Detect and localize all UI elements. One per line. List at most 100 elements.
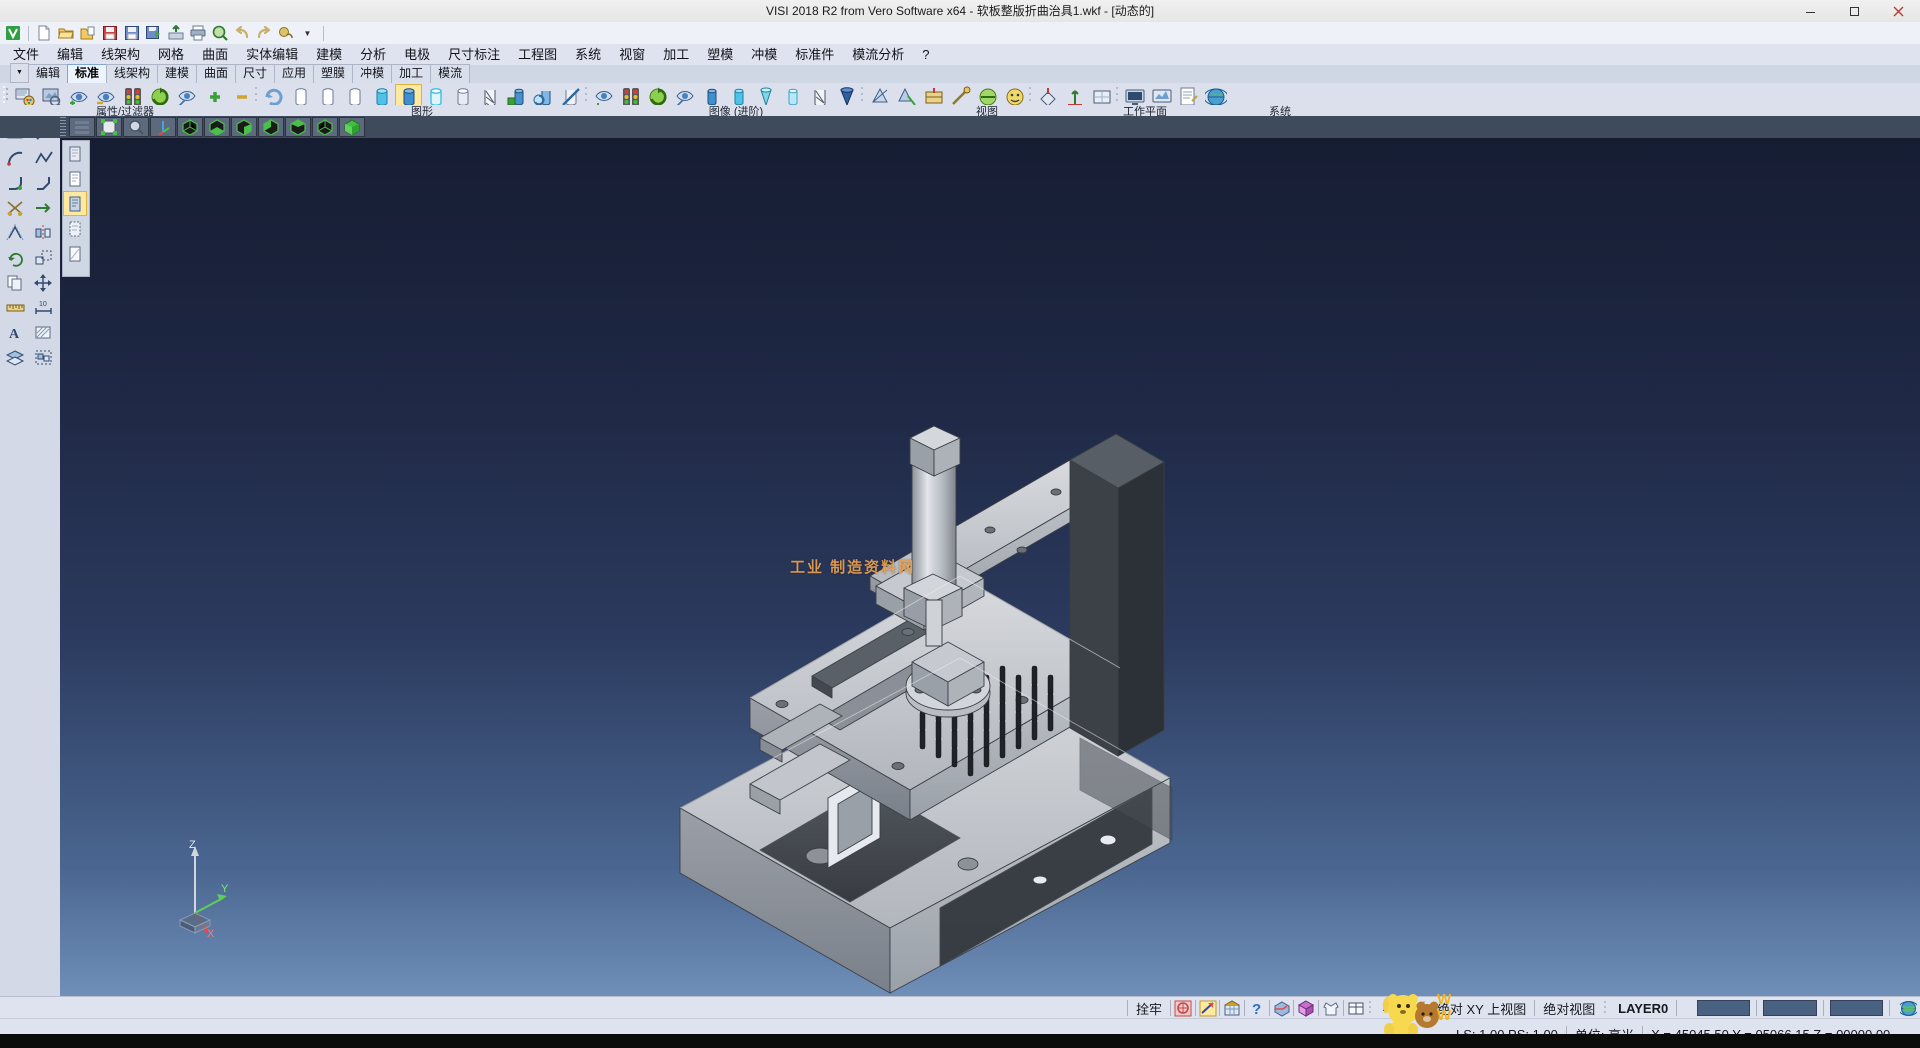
menu-item-analysis[interactable]: 分析 (351, 45, 395, 65)
menu-item-help[interactable]: ? (913, 45, 938, 65)
tab-application[interactable]: 应用 (274, 64, 314, 83)
save-export-icon[interactable] (143, 23, 164, 43)
tab-mould[interactable]: 塑膜 (313, 64, 353, 83)
view-iso-3-icon[interactable] (231, 117, 257, 137)
menu-bar[interactable]: 文件 编辑 线架构 网格 曲面 实体编辑 建模 分析 电极 尺寸标注 工程图 系… (0, 44, 1920, 66)
cad-model[interactable] (60, 138, 1920, 996)
menu-item-drawing[interactable]: 工程图 (509, 45, 566, 65)
menu-item-edit[interactable]: 编辑 (48, 45, 92, 65)
left-tool-grid[interactable]: 10 A (0, 116, 60, 370)
menu-item-wireframe[interactable]: 线架构 (92, 45, 149, 65)
extend-tool-icon[interactable] (30, 195, 58, 220)
ribbon-collapse-arrow[interactable]: ▼ (10, 63, 29, 83)
snap-grid-icon[interactable] (1220, 998, 1244, 1018)
tab-wireframe[interactable]: 线架构 (106, 64, 158, 83)
minimize-button[interactable] (1788, 0, 1832, 22)
view-ref-label[interactable]: 绝对视图 (1535, 999, 1603, 1018)
menu-item-surface[interactable]: 曲面 (193, 45, 237, 65)
snap-circle-icon[interactable] (1171, 998, 1195, 1018)
hatch-tool-icon[interactable] (30, 320, 58, 345)
snap-shirt-icon[interactable] (1319, 998, 1343, 1018)
wireframe-display-icon[interactable] (63, 166, 87, 191)
shaded-display-icon[interactable] (63, 191, 87, 216)
view-toolbar-inner[interactable] (60, 117, 366, 137)
transparent-display-icon[interactable] (63, 241, 87, 266)
copy-tool-icon[interactable] (2, 270, 30, 295)
view-iso-5-icon[interactable] (285, 117, 311, 137)
menu-item-window[interactable]: 视窗 (610, 45, 654, 65)
trim-tool-icon[interactable] (2, 195, 30, 220)
fillet-tool-icon[interactable] (2, 170, 30, 195)
ribbon-tab-bar[interactable]: ▼ 编辑 标准 线架构 建模 曲面 尺寸 应用 塑膜 冲模 加工 模流 (0, 65, 1920, 83)
customize-chevron-icon[interactable]: ▼ (297, 23, 318, 43)
view-toolbar[interactable] (0, 116, 1920, 138)
tab-edit[interactable]: 编辑 (28, 64, 68, 83)
polyline-tool-icon[interactable] (30, 145, 58, 170)
quick-access-toolbar[interactable]: ▼ (0, 22, 1920, 44)
measure-tool-icon[interactable] (2, 295, 30, 320)
status-bar-top[interactable]: 拴牢 ? A 绝对 XY 上视图 绝对视图 LAYER0 (0, 996, 1920, 1019)
move-tool-icon[interactable] (30, 270, 58, 295)
dynamic-rotate-icon[interactable] (150, 117, 176, 137)
menu-item-progress-die[interactable]: 冲模 (742, 45, 786, 65)
tab-flow[interactable]: 模流 (430, 64, 470, 83)
cad-viewport[interactable]: 工业 制造资料网 Z Y X (60, 138, 1920, 996)
globe-icon[interactable] (1896, 998, 1920, 1018)
view-iso-6-icon[interactable] (312, 117, 338, 137)
import-icon[interactable] (165, 23, 186, 43)
close-button[interactable] (1876, 0, 1920, 22)
scale-tool-icon[interactable] (30, 245, 58, 270)
menu-item-dimension[interactable]: 尺寸标注 (439, 45, 509, 65)
view-iso-1-icon[interactable] (177, 117, 203, 137)
menu-item-mesh[interactable]: 网格 (149, 45, 193, 65)
tab-die[interactable]: 冲模 (352, 64, 392, 83)
snap-node-icon[interactable] (1270, 998, 1294, 1018)
menu-item-electrode[interactable]: 电极 (395, 45, 439, 65)
tab-machining[interactable]: 加工 (391, 64, 431, 83)
color-swatch-3[interactable] (1830, 1000, 1883, 1016)
solid-display-icon[interactable] (63, 141, 87, 166)
redo-icon[interactable] (253, 23, 274, 43)
hidden-line-display-icon[interactable] (63, 216, 87, 241)
fit-screen-icon[interactable] (96, 117, 122, 137)
chamfer-tool-icon[interactable] (30, 170, 58, 195)
list-view-icon[interactable] (69, 117, 95, 137)
view-iso-4-icon[interactable] (258, 117, 284, 137)
maximize-button[interactable] (1832, 0, 1876, 22)
save-as-icon[interactable] (121, 23, 142, 43)
menu-item-file[interactable]: 文件 (4, 45, 48, 65)
color-swatch-2[interactable] (1763, 1000, 1816, 1016)
app-logo-icon[interactable] (2, 23, 23, 43)
print-icon[interactable] (187, 23, 208, 43)
save-icon[interactable] (99, 23, 120, 43)
layer-label[interactable]: LAYER0 (1610, 1001, 1676, 1016)
layer-tool-icon[interactable] (2, 345, 30, 370)
view-toolbar-grip[interactable] (60, 117, 66, 137)
menu-item-machining[interactable]: 加工 (654, 45, 698, 65)
menu-item-system[interactable]: 系统 (566, 45, 610, 65)
arc-tool-icon[interactable] (2, 145, 30, 170)
menu-item-modeling[interactable]: 建模 (307, 45, 351, 65)
group-tool-icon[interactable] (30, 345, 58, 370)
menu-item-solid-edit[interactable]: 实体编辑 (237, 45, 307, 65)
text-tool-icon[interactable]: A (2, 320, 30, 345)
open-copy-icon[interactable] (77, 23, 98, 43)
tab-modeling[interactable]: 建模 (157, 64, 197, 83)
menu-item-standard-parts[interactable]: 标准件 (786, 45, 843, 65)
left-tool-panel[interactable]: 10 A (0, 116, 60, 996)
print-preview-icon[interactable] (209, 23, 230, 43)
rotate-tool-icon[interactable] (2, 245, 30, 270)
menu-item-flow-analysis[interactable]: 模流分析 (843, 45, 913, 65)
snap-cube-icon[interactable] (1294, 998, 1318, 1018)
mirror-tool-icon[interactable] (30, 220, 58, 245)
tab-standard[interactable]: 标准 (67, 64, 107, 83)
display-mode-panel[interactable] (62, 140, 90, 277)
snap-intersection-icon[interactable] (1196, 998, 1220, 1018)
open-folder-icon[interactable] (55, 23, 76, 43)
new-file-icon[interactable] (33, 23, 54, 43)
view-iso-2-icon[interactable] (204, 117, 230, 137)
tab-surface[interactable]: 曲面 (196, 64, 236, 83)
menu-item-mould[interactable]: 塑模 (698, 45, 742, 65)
offset-tool-icon[interactable] (2, 220, 30, 245)
settings-icon[interactable] (275, 23, 296, 43)
